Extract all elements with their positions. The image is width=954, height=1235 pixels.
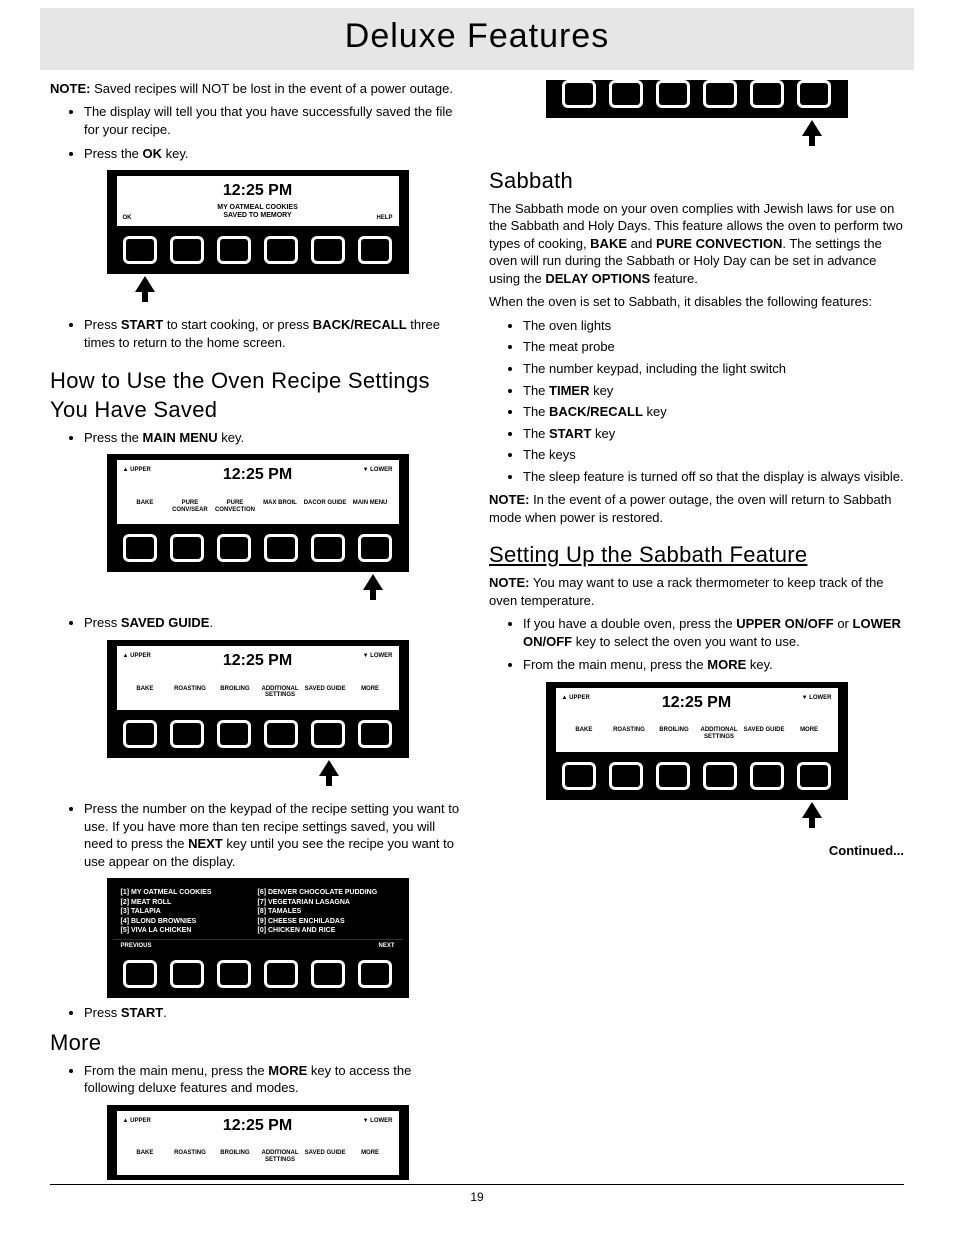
soft-key[interactable]: [703, 762, 737, 790]
setup-step-2: From the main menu, press the MORE key.: [523, 656, 904, 674]
step-press-start: Press START.: [84, 1004, 465, 1022]
soft-key[interactable]: [217, 720, 251, 748]
soft-key[interactable]: [797, 80, 831, 108]
arrow-icon: [802, 802, 822, 818]
sabbath-item: The TIMER key: [523, 382, 904, 400]
arrow-icon: [802, 120, 822, 136]
continued-label: Continued...: [489, 842, 904, 860]
step-saved-guide: Press SAVED GUIDE.: [84, 614, 465, 632]
setup-step-1: If you have a double oven, press the UPP…: [523, 615, 904, 650]
soft-key[interactable]: [170, 720, 204, 748]
soft-key[interactable]: [217, 960, 251, 988]
soft-key[interactable]: [609, 80, 643, 108]
display-time: 12:25 PM: [123, 180, 393, 202]
soft-key[interactable]: [311, 236, 345, 264]
step-press-number: Press the number on the keypad of the re…: [84, 800, 465, 870]
soft-key[interactable]: [358, 720, 392, 748]
soft-key[interactable]: [123, 960, 157, 988]
setup-note: NOTE: You may want to use a rack thermom…: [489, 574, 904, 609]
sabbath-item: The BACK/RECALL key: [523, 403, 904, 421]
soft-key[interactable]: [750, 80, 784, 108]
sabbath-para-2: When the oven is set to Sabbath, it disa…: [489, 293, 904, 311]
heading-setup-sabbath: Setting Up the Sabbath Feature: [489, 540, 904, 570]
page-title: Deluxe Features: [40, 8, 914, 70]
soft-key[interactable]: [123, 534, 157, 562]
soft-key[interactable]: [264, 960, 298, 988]
oven-display-more-menu: ▲ UPPER ▼ LOWER 12:25 PM BAKE ROASTING B…: [107, 640, 409, 758]
sabbath-para-1: The Sabbath mode on your oven complies w…: [489, 200, 904, 288]
intro-bullet-2: Press the OK key.: [84, 145, 465, 163]
heading-saved-recipes: How to Use the Oven Recipe Settings You …: [50, 366, 465, 425]
soft-key[interactable]: [217, 534, 251, 562]
soft-key[interactable]: [217, 236, 251, 264]
soft-key[interactable]: [170, 236, 204, 264]
sabbath-item: The number keypad, including the light s…: [523, 360, 904, 378]
sabbath-item: The meat probe: [523, 338, 904, 356]
arrow-icon: [135, 276, 155, 292]
sabbath-item: The START key: [523, 425, 904, 443]
soft-key[interactable]: [358, 534, 392, 562]
ok-label: OK: [123, 214, 132, 222]
soft-key[interactable]: [264, 534, 298, 562]
soft-key[interactable]: [170, 960, 204, 988]
soft-key[interactable]: [264, 720, 298, 748]
press-start-bullet: Press START to start cooking, or press B…: [84, 316, 465, 351]
more-step: From the main menu, press the MORE key t…: [84, 1062, 465, 1097]
soft-key[interactable]: [311, 720, 345, 748]
soft-key[interactable]: [264, 236, 298, 264]
soft-key[interactable]: [170, 534, 204, 562]
soft-key[interactable]: [358, 960, 392, 988]
oven-display-more-bottom: ▲ UPPER ▼ LOWER 12:25 PM BAKE ROASTING B…: [546, 682, 848, 800]
soft-key[interactable]: [609, 762, 643, 790]
heading-more: More: [50, 1028, 465, 1058]
soft-key[interactable]: [562, 80, 596, 108]
soft-key[interactable]: [750, 762, 784, 790]
step-main-menu: Press the MAIN MENU key.: [84, 429, 465, 447]
soft-key[interactable]: [703, 80, 737, 108]
intro-bullet-1: The display will tell you that you have …: [84, 103, 465, 138]
oven-display-main-menu: ▲ UPPER ▼ LOWER 12:25 PM BAKE PURE CONV/…: [107, 454, 409, 572]
sabbath-item: The keys: [523, 446, 904, 464]
sabbath-item: The sleep feature is turned off so that …: [523, 468, 904, 486]
sabbath-item: The oven lights: [523, 317, 904, 335]
soft-key[interactable]: [562, 762, 596, 790]
help-label: HELP: [376, 214, 392, 222]
arrow-icon: [363, 574, 383, 590]
intro-note: NOTE: Saved recipes will NOT be lost in …: [50, 80, 465, 98]
heading-sabbath: Sabbath: [489, 166, 904, 196]
arrow-icon: [319, 760, 339, 776]
oven-display-recipe-list: [1] MY OATMEAL COOKIES [2] MEAT ROLL [3]…: [107, 878, 409, 998]
soft-key[interactable]: [123, 236, 157, 264]
oven-display-saved: 12:25 PM MY OATMEAL COOKIES SAVED TO MEM…: [107, 170, 409, 274]
page-number: 19: [50, 1184, 904, 1205]
soft-key[interactable]: [311, 534, 345, 562]
soft-key[interactable]: [656, 80, 690, 108]
soft-key[interactable]: [656, 762, 690, 790]
soft-key[interactable]: [311, 960, 345, 988]
soft-key[interactable]: [123, 720, 157, 748]
soft-key[interactable]: [358, 236, 392, 264]
soft-key[interactable]: [797, 762, 831, 790]
sabbath-note: NOTE: In the event of a power outage, th…: [489, 491, 904, 526]
